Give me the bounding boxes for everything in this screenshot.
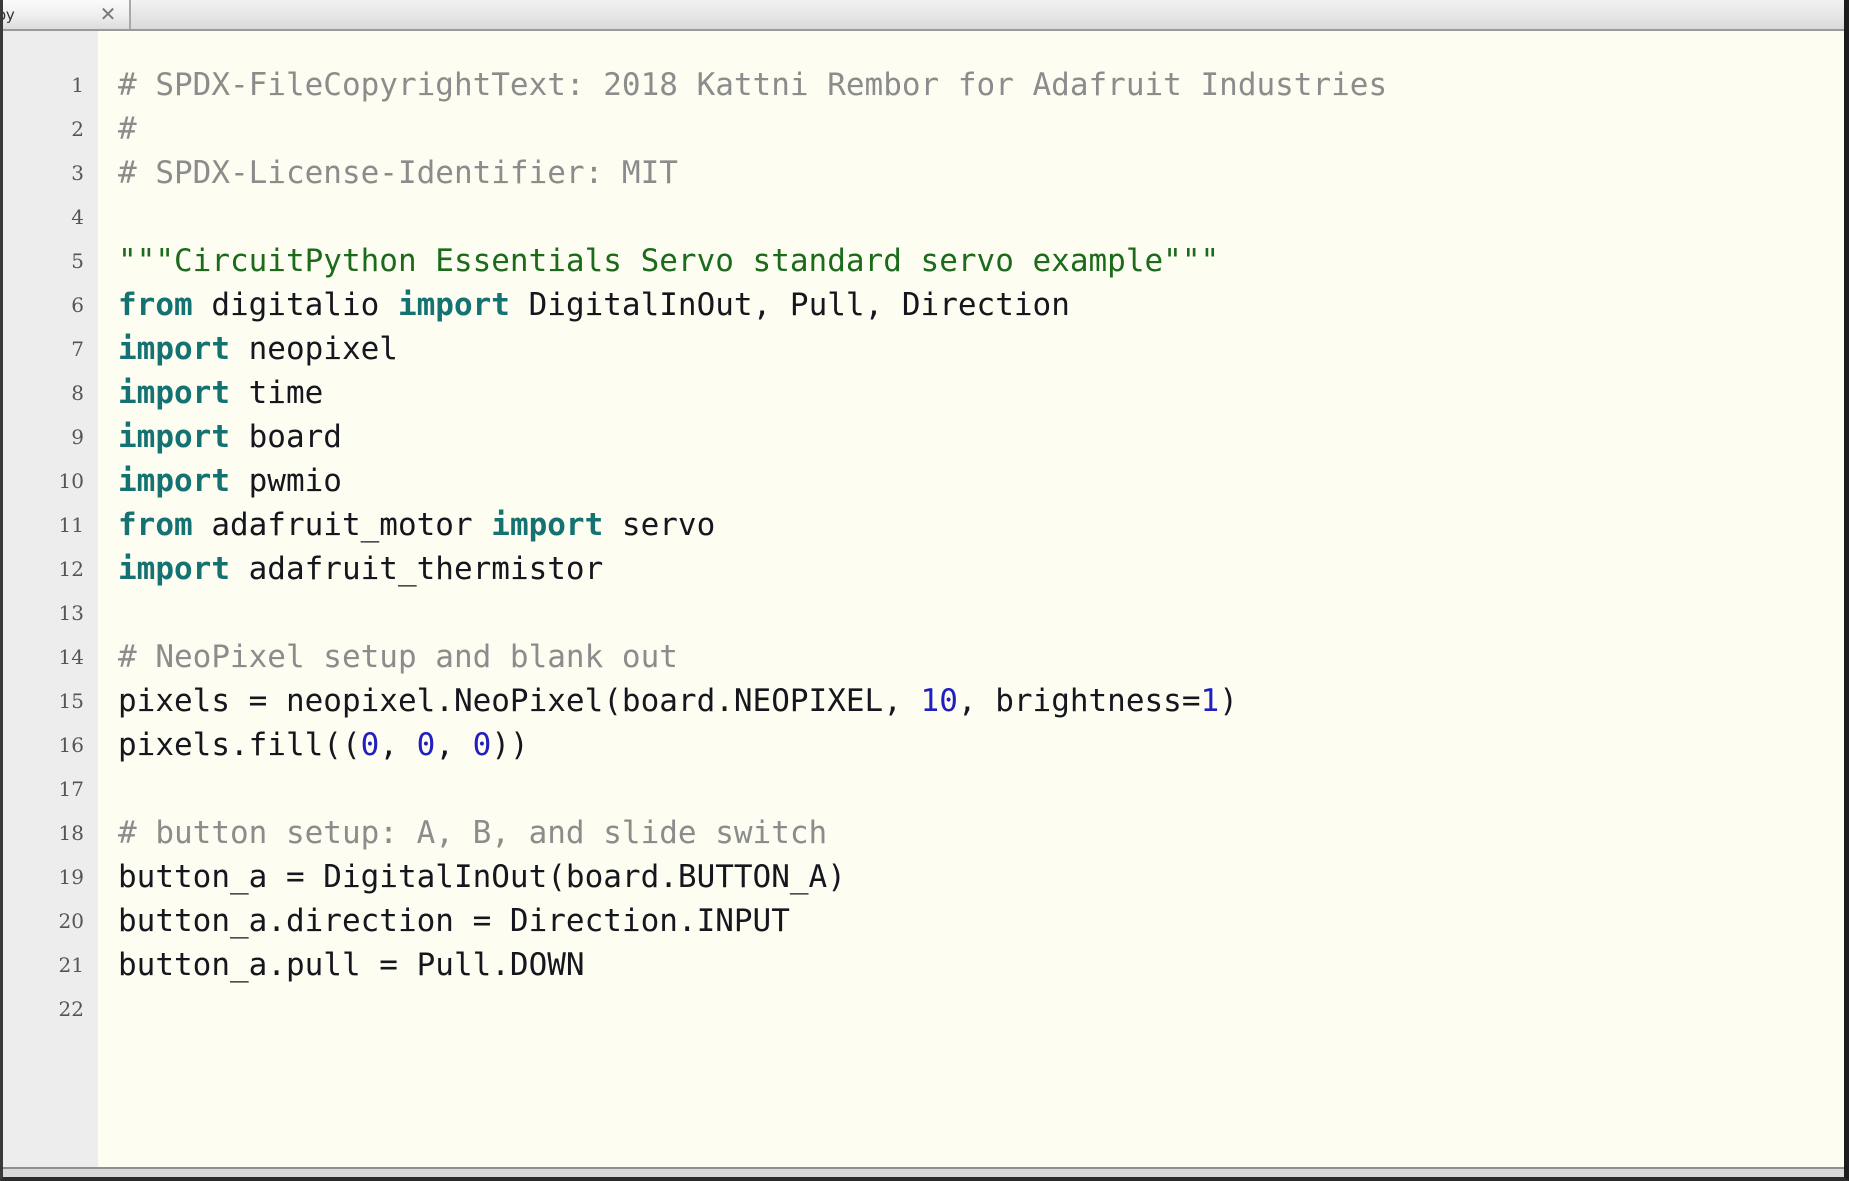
- token-plain: pixels = neopixel.NeoPixel(board.NEOPIXE…: [118, 683, 921, 719]
- line-number: 20: [3, 899, 84, 943]
- code-line[interactable]: button_a = DigitalInOut(board.BUTTON_A): [118, 855, 1844, 899]
- token-plain: , brightness=: [958, 683, 1201, 719]
- line-number: 21: [3, 943, 84, 987]
- token-plain: board: [230, 419, 342, 455]
- token-plain: button_a.pull = Pull.DOWN: [118, 947, 585, 983]
- code-line[interactable]: [118, 591, 1844, 635]
- line-number: 12: [3, 547, 84, 591]
- token-plain: neopixel: [230, 331, 398, 367]
- token-plain: DigitalInOut, Pull, Direction: [510, 287, 1070, 323]
- code-line[interactable]: pixels = neopixel.NeoPixel(board.NEOPIXE…: [118, 679, 1844, 723]
- line-number: 5: [3, 239, 84, 283]
- code-line[interactable]: """CircuitPython Essentials Servo standa…: [118, 239, 1844, 283]
- token-plain: )): [491, 727, 528, 763]
- token-number: 10: [921, 683, 958, 719]
- line-number-gutter: 12345678910111213141516171819202122: [3, 31, 98, 1167]
- line-number: 8: [3, 371, 84, 415]
- code-editor-area[interactable]: 12345678910111213141516171819202122 # SP…: [3, 31, 1844, 1167]
- line-number: 1: [3, 63, 84, 107]
- token-plain: ,: [379, 727, 416, 763]
- line-number: 11: [3, 503, 84, 547]
- code-line[interactable]: from adafruit_motor import servo: [118, 503, 1844, 547]
- line-number: 9: [3, 415, 84, 459]
- editor-window: e.py ✕ 123456789101112131415161718192021…: [0, 0, 1849, 1181]
- token-number: 0: [361, 727, 380, 763]
- line-number: 13: [3, 591, 84, 635]
- token-plain: pwmio: [230, 463, 342, 499]
- token-string: """CircuitPython Essentials Servo standa…: [118, 243, 1219, 279]
- code-line[interactable]: #: [118, 107, 1844, 151]
- line-number: 7: [3, 327, 84, 371]
- editor-tab-label: e.py: [3, 6, 15, 24]
- line-number: 19: [3, 855, 84, 899]
- token-comment: # SPDX-FileCopyrightText: 2018 Kattni Re…: [118, 67, 1387, 103]
- code-line[interactable]: button_a.direction = Direction.INPUT: [118, 899, 1844, 943]
- line-number: 6: [3, 283, 84, 327]
- code-line[interactable]: # SPDX-FileCopyrightText: 2018 Kattni Re…: [118, 63, 1844, 107]
- code-line[interactable]: # button setup: A, B, and slide switch: [118, 811, 1844, 855]
- token-number: 1: [1201, 683, 1220, 719]
- token-plain: pixels.fill((: [118, 727, 361, 763]
- token-plain: adafruit_motor: [193, 507, 492, 543]
- token-comment: #: [118, 111, 137, 147]
- line-number: 4: [3, 195, 84, 239]
- code-line[interactable]: [118, 195, 1844, 239]
- token-keyword: import: [118, 551, 230, 587]
- token-plain: button_a = DigitalInOut(board.BUTTON_A): [118, 859, 846, 895]
- token-plain: button_a.direction = Direction.INPUT: [118, 903, 790, 939]
- token-keyword: import: [118, 463, 230, 499]
- line-number: 10: [3, 459, 84, 503]
- code-line[interactable]: # NeoPixel setup and blank out: [118, 635, 1844, 679]
- code-line[interactable]: [118, 987, 1844, 1031]
- code-line[interactable]: from digitalio import DigitalInOut, Pull…: [118, 283, 1844, 327]
- token-plain: servo: [603, 507, 715, 543]
- token-keyword: import: [491, 507, 603, 543]
- line-number: 16: [3, 723, 84, 767]
- token-plain: digitalio: [193, 287, 398, 323]
- token-keyword: import: [118, 331, 230, 367]
- line-number: 14: [3, 635, 84, 679]
- code-line[interactable]: import time: [118, 371, 1844, 415]
- tab-bar-empty-area[interactable]: [131, 2, 1844, 29]
- token-comment: # NeoPixel setup and blank out: [118, 639, 678, 675]
- code-line[interactable]: import pwmio: [118, 459, 1844, 503]
- code-line[interactable]: # SPDX-License-Identifier: MIT: [118, 151, 1844, 195]
- token-keyword: from: [118, 287, 193, 323]
- line-number: 2: [3, 107, 84, 151]
- token-plain: adafruit_thermistor: [230, 551, 603, 587]
- code-line[interactable]: [118, 767, 1844, 811]
- line-number: 3: [3, 151, 84, 195]
- token-plain: ,: [435, 727, 472, 763]
- token-plain: time: [230, 375, 323, 411]
- token-number: 0: [473, 727, 492, 763]
- line-number: 17: [3, 767, 84, 811]
- token-keyword: from: [118, 507, 193, 543]
- close-icon[interactable]: ✕: [97, 4, 119, 26]
- token-comment: # button setup: A, B, and slide switch: [118, 815, 827, 851]
- code-line[interactable]: button_a.pull = Pull.DOWN: [118, 943, 1844, 987]
- line-number: 18: [3, 811, 84, 855]
- code-content[interactable]: # SPDX-FileCopyrightText: 2018 Kattni Re…: [98, 31, 1844, 1167]
- tab-bar: e.py ✕: [3, 0, 1844, 31]
- line-number: 22: [3, 987, 84, 1031]
- editor-tab-active[interactable]: e.py ✕: [3, 0, 131, 29]
- line-number: 15: [3, 679, 84, 723]
- token-keyword: import: [118, 419, 230, 455]
- window-bottom-strip: [3, 1167, 1844, 1177]
- code-line[interactable]: pixels.fill((0, 0, 0)): [118, 723, 1844, 767]
- code-line[interactable]: import adafruit_thermistor: [118, 547, 1844, 591]
- token-keyword: import: [398, 287, 510, 323]
- token-keyword: import: [118, 375, 230, 411]
- code-line[interactable]: import board: [118, 415, 1844, 459]
- code-line[interactable]: import neopixel: [118, 327, 1844, 371]
- token-comment: # SPDX-License-Identifier: MIT: [118, 155, 678, 191]
- token-plain: ): [1219, 683, 1238, 719]
- token-number: 0: [417, 727, 436, 763]
